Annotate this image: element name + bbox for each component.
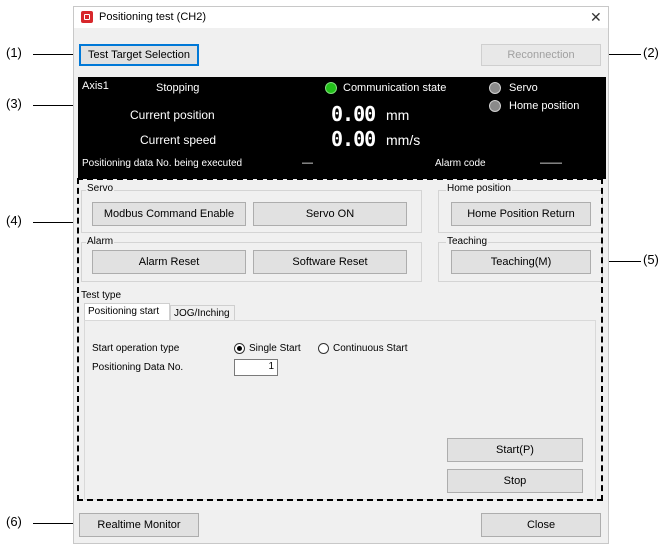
- test-target-selection-label: Test Target Selection: [88, 49, 190, 61]
- callout-2: (2): [643, 45, 659, 60]
- status-panel: Axis1 Stopping Communication state Servo…: [78, 77, 606, 179]
- callout-6: (6): [6, 514, 22, 529]
- realtime-monitor-label: Realtime Monitor: [97, 519, 181, 531]
- axis-label: Axis1: [82, 80, 109, 92]
- close-button[interactable]: Close: [481, 513, 601, 537]
- callout-5: (5): [643, 252, 659, 267]
- positioning-data-executing-value: —: [302, 157, 313, 169]
- test-target-selection-button[interactable]: Test Target Selection: [79, 44, 199, 66]
- servo-label: Servo: [509, 82, 538, 94]
- app-icon: [81, 11, 93, 23]
- current-position-value: 0.00: [331, 102, 376, 126]
- callout-1: (1): [6, 45, 22, 60]
- alarm-code-label: Alarm code: [435, 158, 486, 169]
- title-bar: Positioning test (CH2) ✕: [74, 7, 608, 28]
- callout-4: (4): [6, 213, 22, 228]
- home-position-label: Home position: [509, 100, 580, 112]
- current-speed-value: 0.00: [331, 127, 376, 151]
- close-icon[interactable]: ✕: [590, 9, 602, 26]
- reconnection-label: Reconnection: [507, 49, 575, 61]
- close-label: Close: [526, 519, 556, 531]
- state-text: Stopping: [156, 82, 200, 94]
- highlight-region: [77, 178, 603, 501]
- reconnection-button[interactable]: Reconnection: [481, 44, 601, 66]
- current-speed-unit: mm/s: [386, 132, 421, 148]
- alarm-code-value: ——: [540, 157, 562, 169]
- callout-3: (3): [6, 96, 22, 111]
- window-title: Positioning test (CH2): [99, 11, 206, 23]
- home-position-led-icon: [489, 100, 501, 112]
- current-position-unit: mm: [386, 107, 410, 123]
- current-speed-label: Current speed: [140, 133, 217, 147]
- realtime-monitor-button[interactable]: Realtime Monitor: [79, 513, 199, 537]
- current-position-label: Current position: [130, 108, 215, 122]
- communication-led-icon: [325, 82, 337, 94]
- positioning-data-executing-label: Positioning data No. being executed: [82, 158, 243, 169]
- communication-state-label: Communication state: [343, 82, 447, 94]
- servo-led-icon: [489, 82, 501, 94]
